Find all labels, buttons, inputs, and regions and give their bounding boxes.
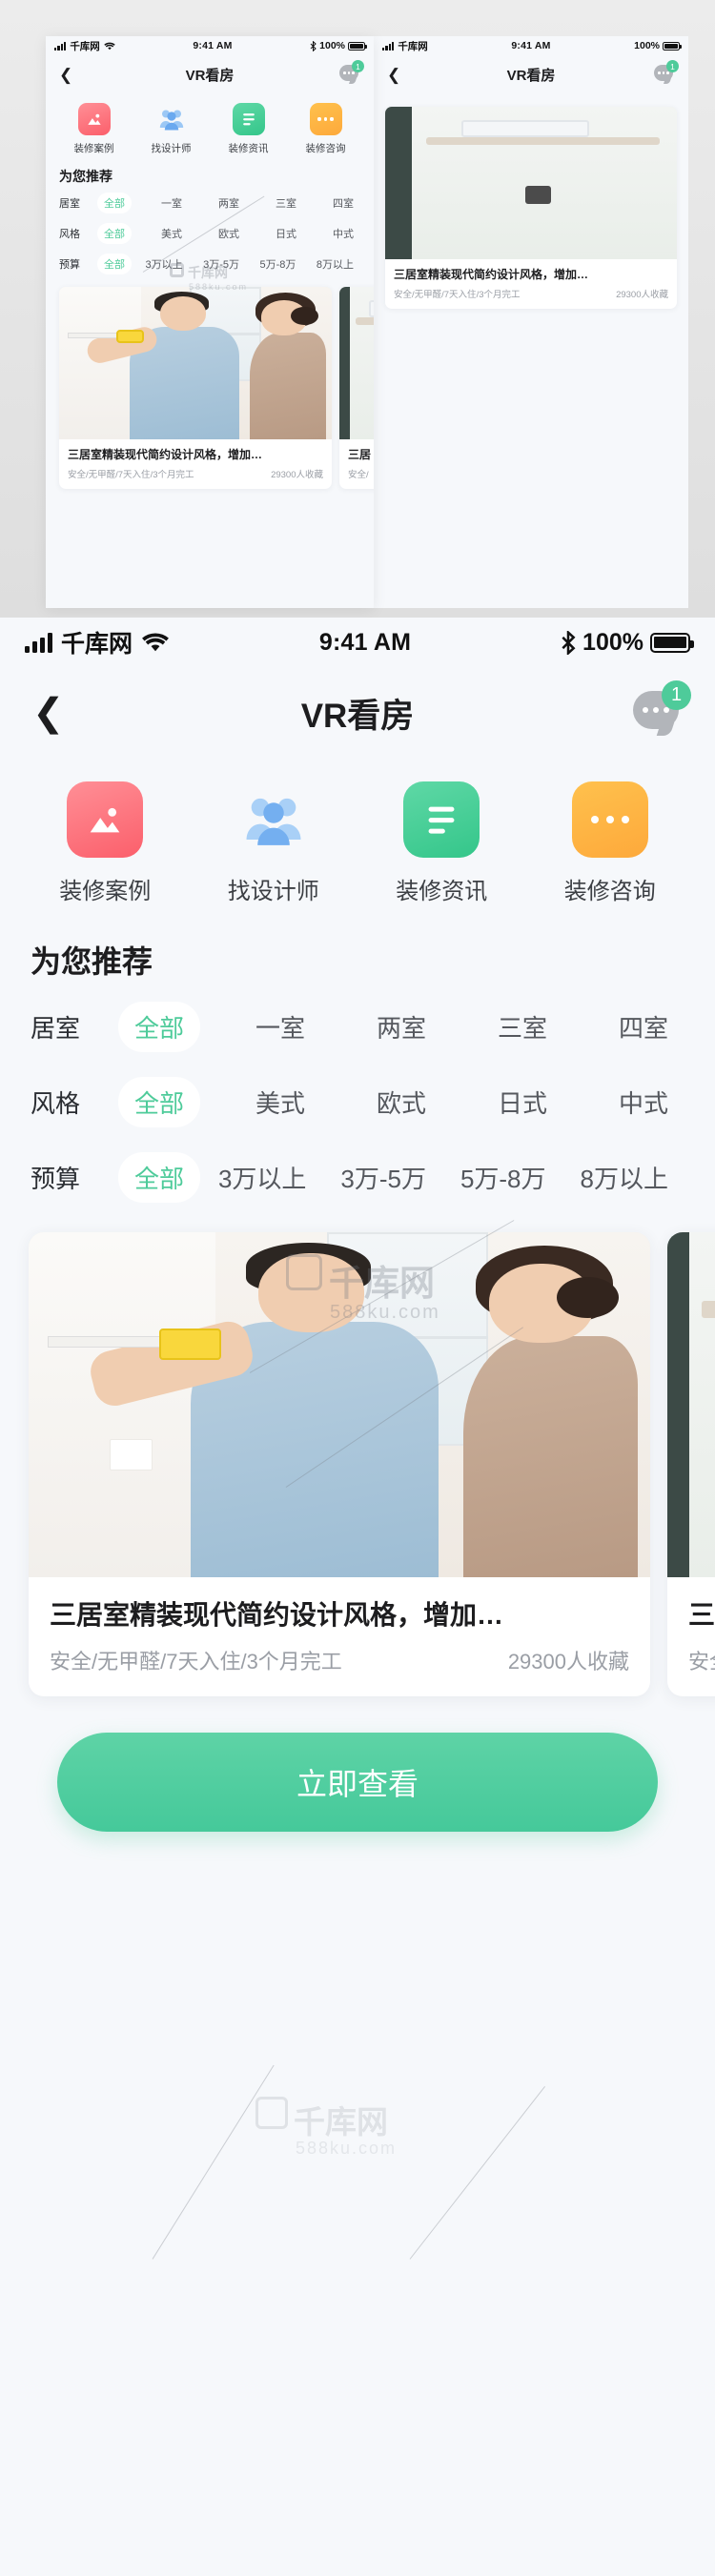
battery-percent-label: 100% [582,628,644,656]
chat-dots-icon [571,781,648,858]
filter-options: 全部 一室 两室 三室 四室 [118,1002,684,1052]
card-title: 三居 [688,1600,715,1630]
people-icon [235,781,312,858]
clock-label: 9:41 AM [318,628,412,656]
card-title: 三居室精装现代简约设计风格，增加… [394,268,589,281]
filter-option[interactable]: 3万-5万 [324,1152,442,1203]
interior-shelf-photo [667,1232,715,1577]
card-features: 安全/无甲醛/7天入住/3个月完工 [50,1650,342,1673]
filter-option[interactable]: 四室 [603,1002,684,1052]
cta-wrap: 立即查看 [0,1696,715,1832]
card-body: 三居室精装现代简约设计风格，增加… 安全/无甲醛/7天入住/3个月完工 2930… [29,1577,650,1696]
wifi-icon [142,633,169,652]
filter-option[interactable]: 中式 [603,1077,684,1127]
signal-bars-icon [382,41,395,51]
couple-measuring-wall-photo [29,1232,650,1577]
recommend-card-next[interactable]: 三居 安全/ [667,1232,715,1696]
battery-icon [663,41,682,51]
status-right: 100% [561,628,694,657]
card-body: 三居室精装现代简约设计风格，增加… 安全/无甲醛/7天入住/3个月完工 2930… [385,259,677,309]
filter-option[interactable]: 8万以上 [563,1152,684,1203]
app-screen: 千库网 9:41 AM 100% ❮ VR看房 1 装修案例 找设计师 装修资讯… [0,618,715,2576]
status-bar: 千库网 9:41 AM 100% [0,618,715,667]
chat-badge: 1 [662,680,691,710]
page-title: VR看房 [300,697,415,735]
quick-action-label: 装修咨询 [563,879,656,904]
filter-key: 风格 [31,1089,81,1118]
filter-options: 全部 3万以上 3万-5万 5万-8万 8万以上 [118,1152,684,1203]
filter-option[interactable]: 全部 [118,1002,201,1052]
quick-action-decoration-consult[interactable]: 装修咨询 [526,781,695,905]
filter-row-style: 风格 全部 美式 欧式 日式 中式 [0,1065,715,1140]
card-photo [667,1232,715,1577]
card-meta: 安全/无甲醛/7天入住/3个月完工 29300人收藏 [394,287,668,300]
quick-action-label: 装修案例 [59,879,152,904]
clock-label: 9:41 AM [511,40,551,51]
filter-option[interactable]: 两室 [360,1002,442,1052]
card-favorites: 29300人收藏 [616,290,668,300]
recommend-card-list: 三居室精装现代简约设计风格，增加… 安全/无甲醛/7天入住/3个月完工 2930… [0,1215,715,1696]
recommend-card-peek[interactable]: 三居室精装现代简约设计风格，增加… 安全/无甲醛/7天入住/3个月完工 2930… [385,107,677,309]
filter-options: 全部 美式 欧式 日式 中式 [118,1077,684,1127]
status-left: 千库网 [25,625,170,659]
card-meta: 安全/ [688,1645,715,1675]
filter-option[interactable]: 三室 [481,1002,563,1052]
image-icon [67,781,144,858]
filter-option[interactable]: 全部 [118,1077,201,1127]
filter-option[interactable]: 全部 [118,1152,201,1203]
quick-action-find-designer[interactable]: 找设计师 [190,781,358,905]
filter-option[interactable]: 3万以上 [202,1152,322,1203]
filter-key: 居室 [31,1014,81,1043]
page-title: VR看房 [506,67,556,84]
card-features: 安全/无甲醛/7天入住/3个月完工 [394,290,521,300]
preview-secondary-screen: 千库网 9:41 AM 100% ❮ VR看房 1 三居室精装现代简约设计风格，… [374,36,688,608]
nav-bar: ❮ VR看房 1 [0,667,715,759]
chat-button[interactable]: 1 [654,60,679,84]
preview-shadow [46,36,374,608]
filter-option[interactable]: 5万-8万 [444,1152,562,1203]
section-title: 为您推荐 [31,944,153,979]
filter-option[interactable]: 欧式 [360,1077,442,1127]
bluetooth-icon [562,630,576,655]
signal-bars-icon [25,632,52,653]
document-icon [403,781,480,858]
filter-option[interactable]: 日式 [481,1077,563,1127]
back-button[interactable]: ❮ [32,694,65,732]
battery-icon [650,632,694,653]
carrier-label: 千库网 [61,631,133,658]
filter-option[interactable]: 美式 [239,1077,321,1127]
card-body: 三居 安全/ [667,1577,715,1696]
chat-badge: 1 [666,60,679,72]
filter-option[interactable]: 一室 [239,1002,321,1052]
chat-button[interactable]: 1 [633,680,691,735]
nav-bar-secondary: ❮ VR看房 1 [374,55,688,93]
quick-action-label: 装修资讯 [396,879,488,904]
filter-row-rooms: 居室 全部 一室 两室 三室 四室 [0,989,715,1065]
view-now-button[interactable]: 立即查看 [57,1733,658,1832]
filter-key: 预算 [31,1165,81,1193]
quick-action-decoration-cases[interactable]: 装修案例 [21,781,190,905]
back-button[interactable]: ❮ [387,67,400,83]
card-favorites: 29300人收藏 [507,1650,629,1673]
screenshot-root: 千库网 9:41 AM 100% ❮ VR看房 1 三居室精装现代简约设计风格，… [0,0,715,2576]
filter-row-budget: 预算 全部 3万以上 3万-5万 5万-8万 8万以上 [0,1140,715,1215]
quick-actions-row: 装修案例 找设计师 装修资讯 装修咨询 [0,759,715,913]
status-right: 100% [634,40,682,51]
quick-action-decoration-news[interactable]: 装修资讯 [358,781,526,905]
interior-shelf-photo [385,107,677,259]
battery-percent-label: 100% [634,40,660,51]
card-title: 三居室精装现代简约设计风格，增加… [50,1600,504,1630]
card-photo [29,1232,650,1577]
card-photo [385,107,677,259]
recommend-card[interactable]: 三居室精装现代简约设计风格，增加… 安全/无甲醛/7天入住/3个月完工 2930… [29,1232,650,1696]
quick-action-label: 找设计师 [227,879,319,904]
card-meta: 安全/无甲醛/7天入住/3个月完工 29300人收藏 [50,1645,629,1675]
status-bar-secondary: 千库网 9:41 AM 100% [374,36,688,55]
card-features: 安全/ [688,1650,715,1673]
status-left: 千库网 [382,39,428,53]
carrier-label: 千库网 [398,40,428,52]
